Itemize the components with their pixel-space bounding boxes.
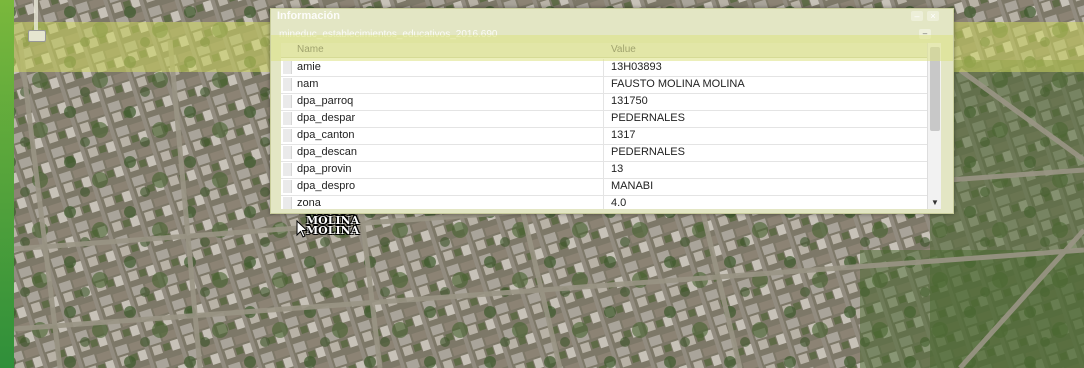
cell-value: PEDERNALES <box>611 112 685 124</box>
column-divider <box>603 93 604 110</box>
minimize-button[interactable]: – <box>911 11 923 21</box>
row-selector[interactable] <box>283 197 292 209</box>
row-selector[interactable] <box>283 112 292 125</box>
cell-value: PEDERNALES <box>611 146 685 158</box>
column-divider <box>603 110 604 127</box>
table-row[interactable]: dpa_despro MANABI <box>281 178 927 196</box>
zoom-slider-handle[interactable] <box>28 30 46 42</box>
cell-name: dpa_provin <box>297 163 352 175</box>
table-row[interactable]: nam FAUSTO MOLINA MOLINA <box>281 76 927 94</box>
table-row[interactable]: dpa_descan PEDERNALES <box>281 144 927 162</box>
row-selector[interactable] <box>283 95 292 108</box>
cell-value: 1317 <box>611 129 636 141</box>
layer-panel-title: mineduc_establecimientos_educativos_2016… <box>279 29 498 40</box>
row-selector[interactable] <box>283 146 292 159</box>
cell-name: dpa_despar <box>297 112 356 124</box>
left-accent-bar <box>0 0 14 368</box>
scrollbar-thumb[interactable] <box>930 47 940 131</box>
cell-value: 131750 <box>611 95 648 107</box>
column-header-value[interactable]: Value <box>611 44 636 55</box>
cell-value: FAUSTO MOLINA MOLINA <box>611 78 745 90</box>
table-row[interactable]: dpa_provin 13 <box>281 161 927 179</box>
grid-header: Name Value <box>281 43 927 58</box>
window-title: Información <box>277 10 340 22</box>
row-selector[interactable] <box>283 78 292 91</box>
cell-value: 13 <box>611 163 624 175</box>
cell-name: dpa_canton <box>297 129 355 141</box>
row-selector[interactable] <box>283 61 292 74</box>
zoom-slider[interactable] <box>26 0 46 48</box>
table-row[interactable]: dpa_canton 1317 <box>281 127 927 145</box>
cell-name: dpa_parroq <box>297 95 354 107</box>
scroll-down-arrow-icon[interactable]: ▼ <box>931 198 939 207</box>
attribute-grid: Name Value amie 13H03893 nam FAUSTO MOLI… <box>281 43 941 209</box>
column-divider <box>603 144 604 161</box>
cell-name: dpa_despro <box>297 180 356 192</box>
row-selector[interactable] <box>283 163 292 176</box>
row-selector[interactable] <box>283 180 292 193</box>
info-window: Información – × mineduc_establecimientos… <box>270 8 954 214</box>
cell-value: 4.0 <box>611 197 627 209</box>
column-divider <box>603 76 604 93</box>
column-divider <box>603 59 604 76</box>
cell-value: MANABI <box>611 180 654 192</box>
cell-name: amie <box>297 61 321 73</box>
panel-collapse-button[interactable]: – <box>919 29 931 39</box>
map-label-line-3: MOLINA <box>306 224 360 237</box>
column-divider <box>603 178 604 195</box>
mouse-pointer-icon <box>296 220 308 238</box>
cell-name: dpa_descan <box>297 146 357 158</box>
table-row[interactable]: dpa_despar PEDERNALES <box>281 110 927 128</box>
cell-value: 13H03893 <box>611 61 662 73</box>
row-selector[interactable] <box>283 129 292 142</box>
cell-name: nam <box>297 78 319 90</box>
table-row[interactable]: amie 13H03893 <box>281 59 927 77</box>
column-divider <box>603 161 604 178</box>
close-button[interactable]: × <box>927 11 939 21</box>
grid-scrollbar[interactable]: ▼ <box>927 43 941 209</box>
column-header-name[interactable]: Name <box>297 44 324 55</box>
table-row[interactable]: dpa_parroq 131750 <box>281 93 927 111</box>
column-divider <box>603 195 604 209</box>
column-divider <box>603 127 604 144</box>
table-row[interactable]: zona 4.0 <box>281 195 927 209</box>
cell-name: zona <box>297 197 321 209</box>
